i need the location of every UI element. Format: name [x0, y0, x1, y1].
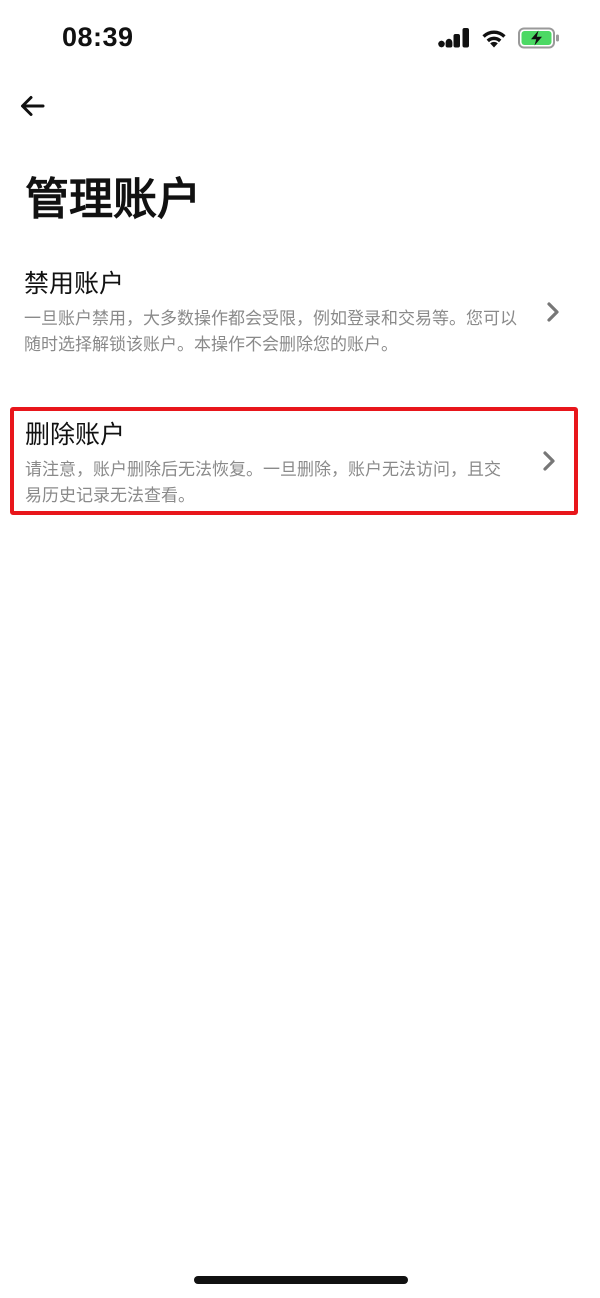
- wifi-icon: [482, 30, 506, 48]
- disable-account-title: 禁用账户: [24, 269, 125, 298]
- delete-account-option[interactable]: 删除账户 请注意，账户删除后无法恢复。一旦删除，账户无法访问，且交易历史记录无法…: [10, 407, 578, 515]
- chevron-right-icon: [543, 451, 555, 471]
- battery-charging-icon: [518, 27, 559, 49]
- disable-account-option[interactable]: 禁用账户 一旦账户禁用，大多数操作都会受限，例如登录和交易等。您可以随时选择解锁…: [10, 258, 578, 366]
- signal-icon: [438, 28, 469, 48]
- delete-account-description: 请注意，账户删除后无法恢复。一旦删除，账户无法访问，且交易历史记录无法查看。: [25, 460, 501, 506]
- disable-account-description: 一旦账户禁用，大多数操作都会受限，例如登录和交易等。您可以随时选择解锁该账户。本…: [24, 309, 517, 355]
- chevron-right-icon: [547, 302, 559, 322]
- page-title: 管理账户: [25, 174, 201, 225]
- status-icons: [438, 27, 560, 49]
- arrow-left-icon: [21, 96, 45, 116]
- back-button[interactable]: [14, 88, 50, 124]
- delete-account-title: 删除账户: [25, 420, 126, 449]
- status-bar: 08:39: [0, 0, 600, 80]
- home-indicator: [194, 1276, 408, 1284]
- status-time: 08:39: [62, 22, 134, 52]
